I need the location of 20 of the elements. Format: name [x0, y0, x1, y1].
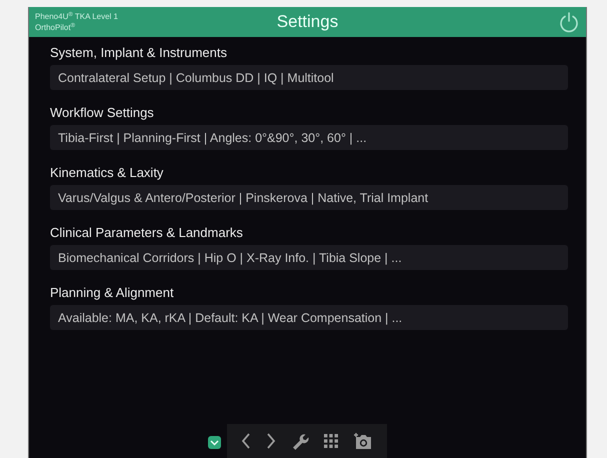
- wrench-icon[interactable]: [291, 432, 309, 450]
- section-heading: Planning & Alignment: [50, 284, 175, 301]
- settings-field[interactable]: Varus/Valgus & Antero/Posterior | Pinskerova | Native, Trial Implant: [50, 185, 568, 210]
- settings-field[interactable]: Contralateral Setup | Columbus DD | IQ | Multitool: [50, 65, 568, 90]
- settings-field[interactable]: Biomechanical Corridors | Hip O | X-Ray Info. | Tibia Slope | ...: [50, 245, 568, 270]
- settings-field[interactable]: Tibia-First | Planning-First | Angles: 0°&90°, 30°, 60° | ...: [50, 125, 568, 150]
- chevron-icon: [210, 440, 219, 446]
- section-heading: System, Implant & Instruments: [50, 44, 228, 61]
- forward-icon[interactable]: [266, 433, 276, 449]
- product-name: Pheno4U$^{®}$ TKA Level 1: [35, 11, 119, 22]
- section-heading: Workflow Settings: [50, 104, 155, 121]
- grid-icon[interactable]: [324, 434, 338, 448]
- section-heading: Kinematics & Laxity: [50, 164, 164, 181]
- system-name: OrthoPilot$^{®}$: [35, 22, 76, 33]
- back-icon[interactable]: [241, 433, 251, 449]
- camera-icon[interactable]: [353, 432, 373, 450]
- screen-title: Settings: [276, 12, 338, 32]
- settings-field[interactable]: Available: MA, KA, rKA | Default: KA | Wear Compensation | ...: [50, 305, 568, 330]
- section-heading: Clinical Parameters & Landmarks: [50, 224, 244, 241]
- expand-toggle[interactable]: [208, 436, 221, 449]
